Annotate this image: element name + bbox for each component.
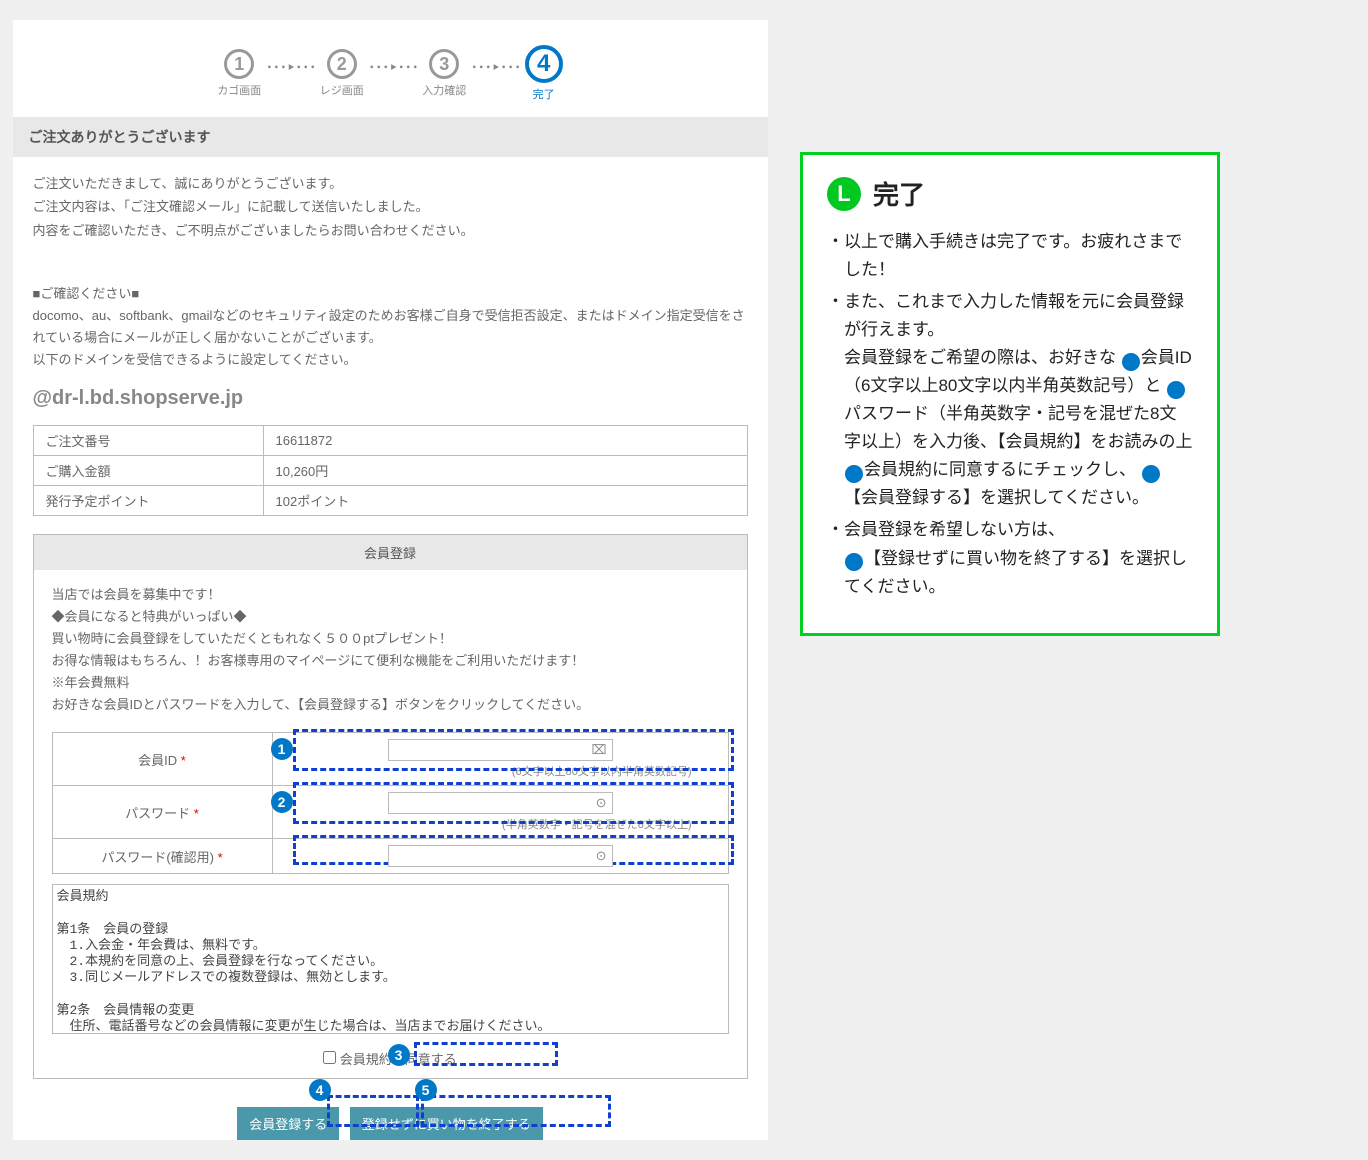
points-label: 発行予定ポイント [33, 485, 263, 515]
marker-1-icon: 1 [271, 738, 293, 760]
marker-2-icon: 2 [271, 791, 293, 813]
inline-2-icon: 2 [1167, 381, 1185, 399]
table-row: パスワード(確認用) * ⊙ [52, 839, 728, 874]
password-label: パスワード [125, 806, 190, 821]
button-row: 4 5 会員登録する 登録せずに買い物を終了する [13, 1079, 768, 1140]
instr-p2a: ・また、これまで入力した情報を元に会員登録が行えます。 [827, 292, 1184, 339]
confirm-body-2: 以下のドメインを受信できるように設定してください。 [33, 349, 748, 371]
reg-line-5: ※年会費無料 [52, 672, 729, 694]
inline-5-icon: 5 [845, 553, 863, 571]
thank-you-header: ご注文ありがとうございます [13, 117, 768, 157]
points-value: 102ポイント [263, 485, 747, 515]
marker-5-icon: 5 [415, 1079, 437, 1101]
progress-stepper: 1 カゴ画面 ･･･‣･･･ 2 レジ画面 ･･･‣･･･ 3 入力確認 ･･･‣･･… [13, 20, 768, 117]
password-confirm-input[interactable] [388, 845, 613, 867]
order-amount-value: 10,260円 [263, 455, 747, 485]
terms-textarea[interactable] [52, 884, 729, 1034]
step-2-label: レジ画面 [320, 82, 364, 98]
registration-title: 会員登録 [34, 535, 747, 570]
reg-line-3: 買い物時に会員登録をしていただくともれなく５００ptプレゼント！ [52, 628, 729, 650]
marker-3-icon: 3 [388, 1044, 410, 1066]
instruction-title: 完了 [873, 175, 925, 212]
required-mark: * [194, 806, 199, 821]
step-dots: ･･･‣･･･ [466, 54, 524, 94]
inline-3-icon: 3 [845, 465, 863, 483]
reg-line-6: お好きな会員IDとパスワードを入力して、【会員登録する】ボタンをクリックしてくだ… [52, 694, 729, 716]
thank-line-2: ご注文内容は、「ご注文確認メール」に記載して送信いたしました。 [33, 195, 748, 218]
member-id-label: 会員ID [138, 753, 177, 768]
step-3-circle: 3 [429, 49, 459, 79]
password-confirm-label: パスワード(確認用) [101, 850, 214, 865]
step-4-label: 完了 [525, 86, 563, 102]
step-dots: ･･･‣･･･ [364, 54, 422, 94]
register-button[interactable]: 会員登録する [237, 1107, 339, 1140]
instruction-body: ・以上で購入手続きは完了です。お疲れさまでした！ ・また、これまで入力した情報を… [827, 228, 1193, 601]
instr-p1: ・以上で購入手続きは完了です。お疲れさまでした！ [827, 228, 1193, 284]
password-hint: (半角英数字・記号を混ぜた8文字以上) [283, 816, 718, 832]
domain-text: @dr-l.bd.shopserve.jp [13, 382, 768, 420]
inline-4-icon: 4 [1142, 465, 1160, 483]
order-number-label: ご注文番号 [33, 425, 263, 455]
thank-line-1: ご注文いただきまして、誠にありがとうございます。 [33, 172, 748, 195]
confirm-title: ■ご確認ください■ [33, 283, 748, 305]
instr-p2e: 会員規約に同意するにチェックし、 [864, 460, 1136, 479]
instr-p3a: ・会員登録を希望しない方は、 [827, 520, 1065, 539]
required-mark: * [181, 753, 186, 768]
reg-line-2: ◆会員になると特典がいっぱい◆ [52, 606, 729, 628]
registration-body: 当店では会員を募集中です！ ◆会員になると特典がいっぱい◆ 買い物時に会員登録を… [34, 570, 747, 727]
thank-line-3: 内容をご確認いただき、ご不明点がございましたらお問い合わせください。 [33, 219, 748, 242]
confirm-block: ■ご確認ください■ docomo、au、softbank、gmailなどのセキュ… [13, 248, 768, 381]
marker-4-icon: 4 [309, 1079, 331, 1101]
password-input[interactable] [388, 792, 613, 814]
white-panel: 1 カゴ画面 ･･･‣･･･ 2 レジ画面 ･･･‣･･･ 3 入力確認 ･･･‣･･… [13, 20, 768, 1140]
step-1-label: カゴ画面 [217, 82, 261, 98]
member-id-hint: (6文字以上80文字以内半角英数記号) [283, 763, 718, 779]
member-id-input[interactable] [388, 739, 613, 761]
finish-without-register-button[interactable]: 登録せずに買い物を終了する [350, 1107, 543, 1140]
step-4-circle: 4 [525, 45, 563, 83]
required-mark: * [218, 850, 223, 865]
instruction-panel: L 完了 ・以上で購入手続きは完了です。お疲れさまでした！ ・また、これまで入力… [800, 152, 1220, 636]
agree-row: 3 会員規約に同意する [34, 1044, 747, 1078]
instr-p3b: 【登録せずに買い物を終了する】を選択してください。 [844, 549, 1187, 596]
instr-p2b: 会員登録をご希望の際は、お好きな [844, 348, 1116, 367]
instr-p2f: 【会員登録する】を選択してください。 [844, 488, 1149, 507]
registration-panel: 会員登録 当店では会員を募集中です！ ◆会員になると特典がいっぱい◆ 買い物時に… [33, 534, 748, 1080]
step-2-circle: 2 [327, 49, 357, 79]
inline-1-icon: 1 [1122, 353, 1140, 371]
table-row: 会員ID * 1 ⌧ (6文字以上80文字以内半角英数記号) [52, 733, 728, 786]
section-l-badge: L [827, 177, 861, 211]
table-row: ご注文番号16611872 [33, 425, 747, 455]
main-content: 1 カゴ画面 ･･･‣･･･ 2 レジ画面 ･･･‣･･･ 3 入力確認 ･･･‣･･… [0, 0, 780, 1160]
table-row: ご購入金額10,260円 [33, 455, 747, 485]
step-1-circle: 1 [224, 49, 254, 79]
step-3-label: 入力確認 [422, 82, 466, 98]
reg-line-1: 当店では会員を募集中です！ [52, 584, 729, 606]
table-row: パスワード * 2 ⊙ (半角英数字・記号を混ぜた8文字以上) [52, 786, 728, 839]
instr-p2d: パスワード（半角英数字・記号を混ぜた8文字以上）を入力後、【会員規約】をお読みの… [844, 404, 1193, 451]
order-number-value: 16611872 [263, 425, 747, 455]
agree-checkbox[interactable] [323, 1051, 336, 1064]
order-amount-label: ご購入金額 [33, 455, 263, 485]
table-row: 発行予定ポイント102ポイント [33, 485, 747, 515]
registration-form-table: 会員ID * 1 ⌧ (6文字以上80文字以内半角英数記号) パスワード * [52, 732, 729, 874]
order-summary-table: ご注文番号16611872 ご購入金額10,260円 発行予定ポイント102ポイ… [33, 425, 748, 516]
instr-p2: ・また、これまで入力した情報を元に会員登録が行えます。 会員登録をご希望の際は、… [827, 288, 1193, 512]
instr-p3: ・会員登録を希望しない方は、 5【登録せずに買い物を終了する】を選択してください… [827, 516, 1193, 600]
step-dots: ･･･‣･･･ [261, 54, 319, 94]
confirm-body-1: docomo、au、softbank、gmailなどのセキュリティ設定のためお客… [33, 305, 748, 349]
reg-line-4: お得な情報はもちろん、！お客様専用のマイページにて便利な機能をご利用いただけます… [52, 650, 729, 672]
thank-you-body: ご注文いただきまして、誠にありがとうございます。 ご注文内容は、「ご注文確認メー… [13, 157, 768, 248]
